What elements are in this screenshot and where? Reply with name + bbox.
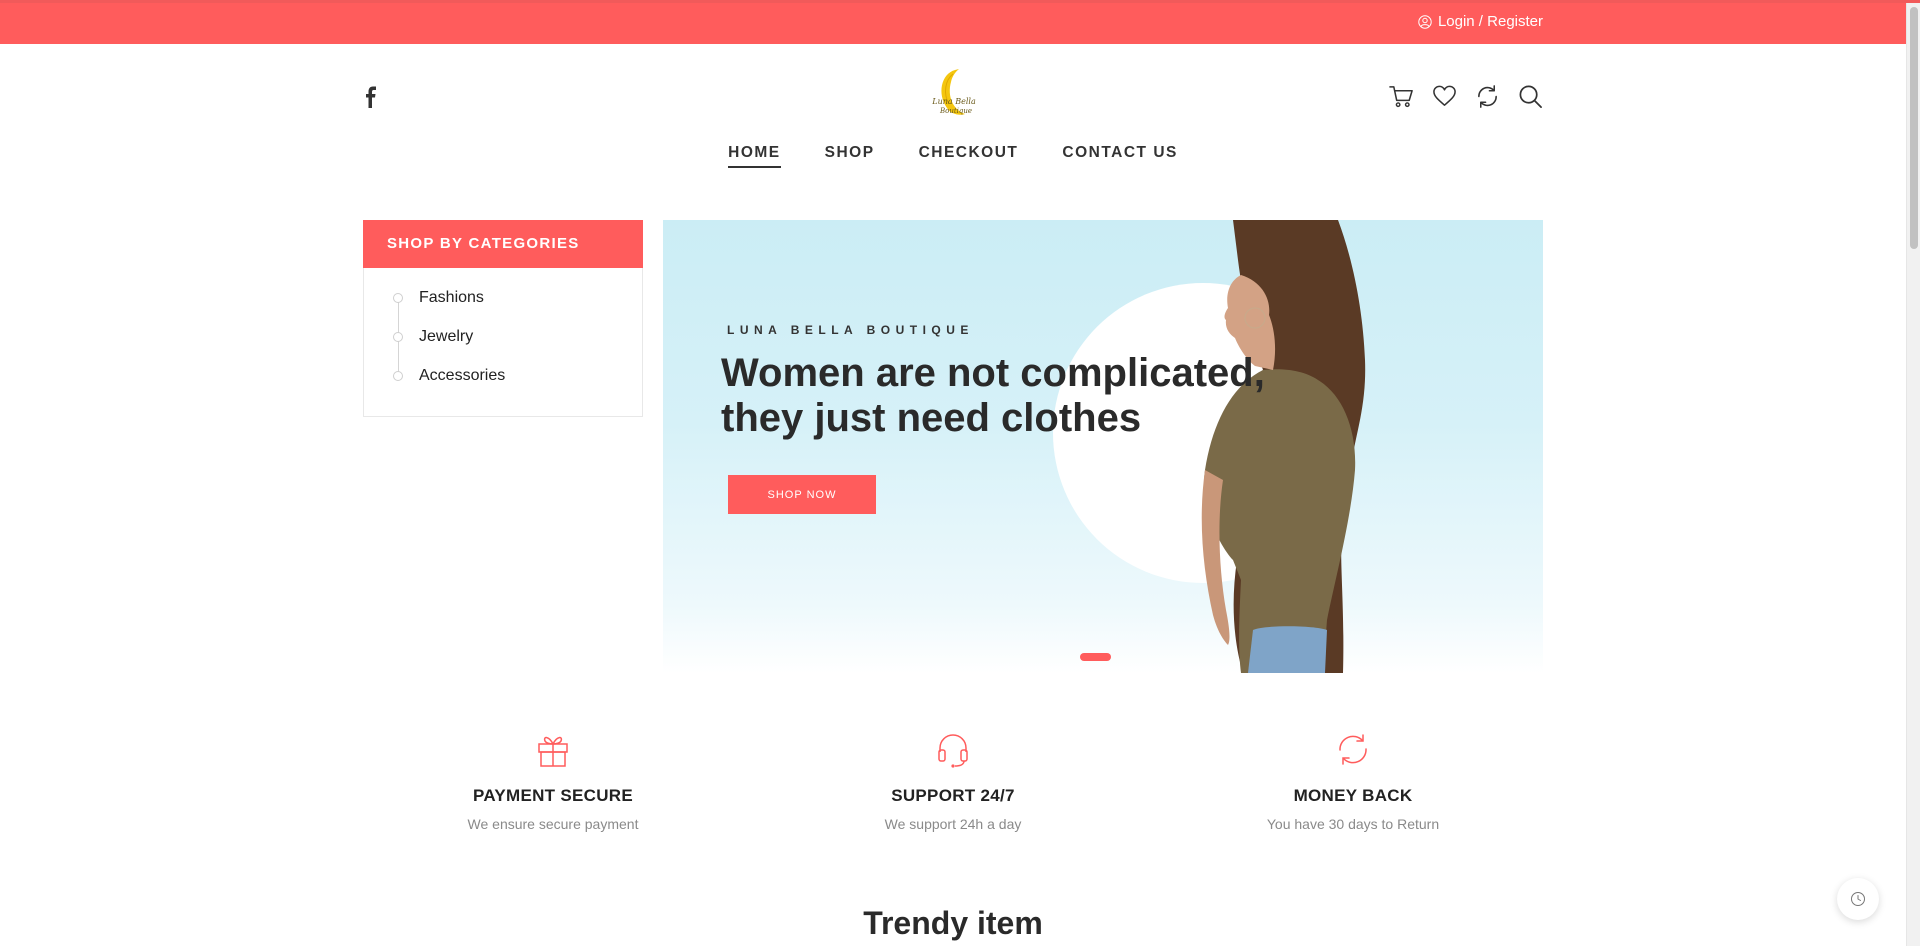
search-icon[interactable] [1518, 84, 1543, 109]
page-scrollbar[interactable] [1906, 3, 1920, 946]
feature-title: MONEY BACK [1293, 786, 1413, 805]
shop-now-button[interactable]: SHOP NOW [728, 475, 876, 514]
hero-eyebrow: LUNA BELLA BOUTIQUE [727, 323, 974, 337]
slider-dot-active[interactable] [1080, 653, 1111, 661]
clock-icon [1851, 892, 1865, 906]
category-label: Accessories [419, 367, 506, 384]
category-label: Jewelry [419, 328, 474, 345]
category-label: Fashions [419, 289, 484, 306]
login-register-label: Login / Register [1437, 13, 1543, 30]
bullet-icon [393, 371, 403, 381]
main-nav: HOME SHOP CHECKOUT CONTACT US [363, 144, 1543, 168]
category-accessories[interactable]: Accessories [393, 366, 642, 405]
header-icons [1389, 84, 1543, 109]
nav-checkout[interactable]: CHECKOUT [919, 144, 1019, 168]
categories-title: SHOP BY CATEGORIES [363, 220, 643, 268]
feature-support: SUPPORT 24/7 We support 24h a day [823, 730, 1083, 832]
nav-home[interactable]: HOME [728, 144, 781, 168]
categories-list: Fashions Jewelry Accessories [364, 268, 642, 405]
facebook-icon[interactable] [363, 86, 379, 110]
site-header: Luna Bella Boutique HOME SHOP CHECKOUT C… [363, 44, 1543, 184]
bullet-icon [393, 332, 403, 342]
refresh-icon [1339, 734, 1367, 765]
nav-contact-us[interactable]: CONTACT US [1062, 144, 1177, 168]
hero-title-line-1: Women are not complicated, [721, 351, 1265, 395]
hero-slider: LUNA BELLA BOUTIQUE Women are not compli… [663, 220, 1543, 673]
trendy-items-heading: Trendy item [863, 905, 1043, 941]
gift-icon [538, 736, 568, 767]
feature-subtitle: You have 30 days to Return [1266, 816, 1440, 832]
feature-payment-secure: PAYMENT SECURE We ensure secure payment [423, 730, 683, 832]
category-fashions[interactable]: Fashions [393, 288, 642, 327]
history-button[interactable] [1837, 878, 1879, 920]
feature-subtitle: We support 24h a day [884, 816, 1022, 832]
features-row: PAYMENT SECURE We ensure secure payment … [363, 730, 1543, 850]
luna-bella-logo[interactable]: Luna Bella Boutique [925, 66, 983, 128]
svg-text:Boutique: Boutique [939, 107, 972, 115]
cart-icon[interactable] [1389, 84, 1414, 109]
heart-icon[interactable] [1432, 84, 1457, 109]
nav-shop[interactable]: SHOP [825, 144, 875, 168]
headphones-icon [938, 734, 968, 768]
feature-subtitle: We ensure secure payment [467, 816, 639, 832]
feature-title: PAYMENT SECURE [472, 786, 634, 805]
top-bar: Login / Register [0, 3, 1906, 44]
bullet-icon [393, 293, 403, 303]
hero-model-image [1201, 220, 1366, 673]
categories-panel: SHOP BY CATEGORIES Fashions Jewelry Acce… [363, 220, 643, 417]
login-register-link[interactable]: Login / Register [1418, 13, 1543, 30]
hero-title-line-2: they just need clothes [721, 396, 1142, 440]
category-jewelry[interactable]: Jewelry [393, 327, 642, 366]
hero-title: Women are not complicated, they just nee… [721, 351, 1281, 441]
svg-text:Luna Bella: Luna Bella [931, 97, 976, 106]
compare-icon[interactable] [1475, 84, 1500, 109]
user-icon [1418, 14, 1432, 29]
feature-title: SUPPORT 24/7 [891, 786, 1015, 805]
scrollbar-thumb[interactable] [1910, 7, 1918, 249]
feature-money-back: MONEY BACK You have 30 days to Return [1223, 730, 1483, 832]
